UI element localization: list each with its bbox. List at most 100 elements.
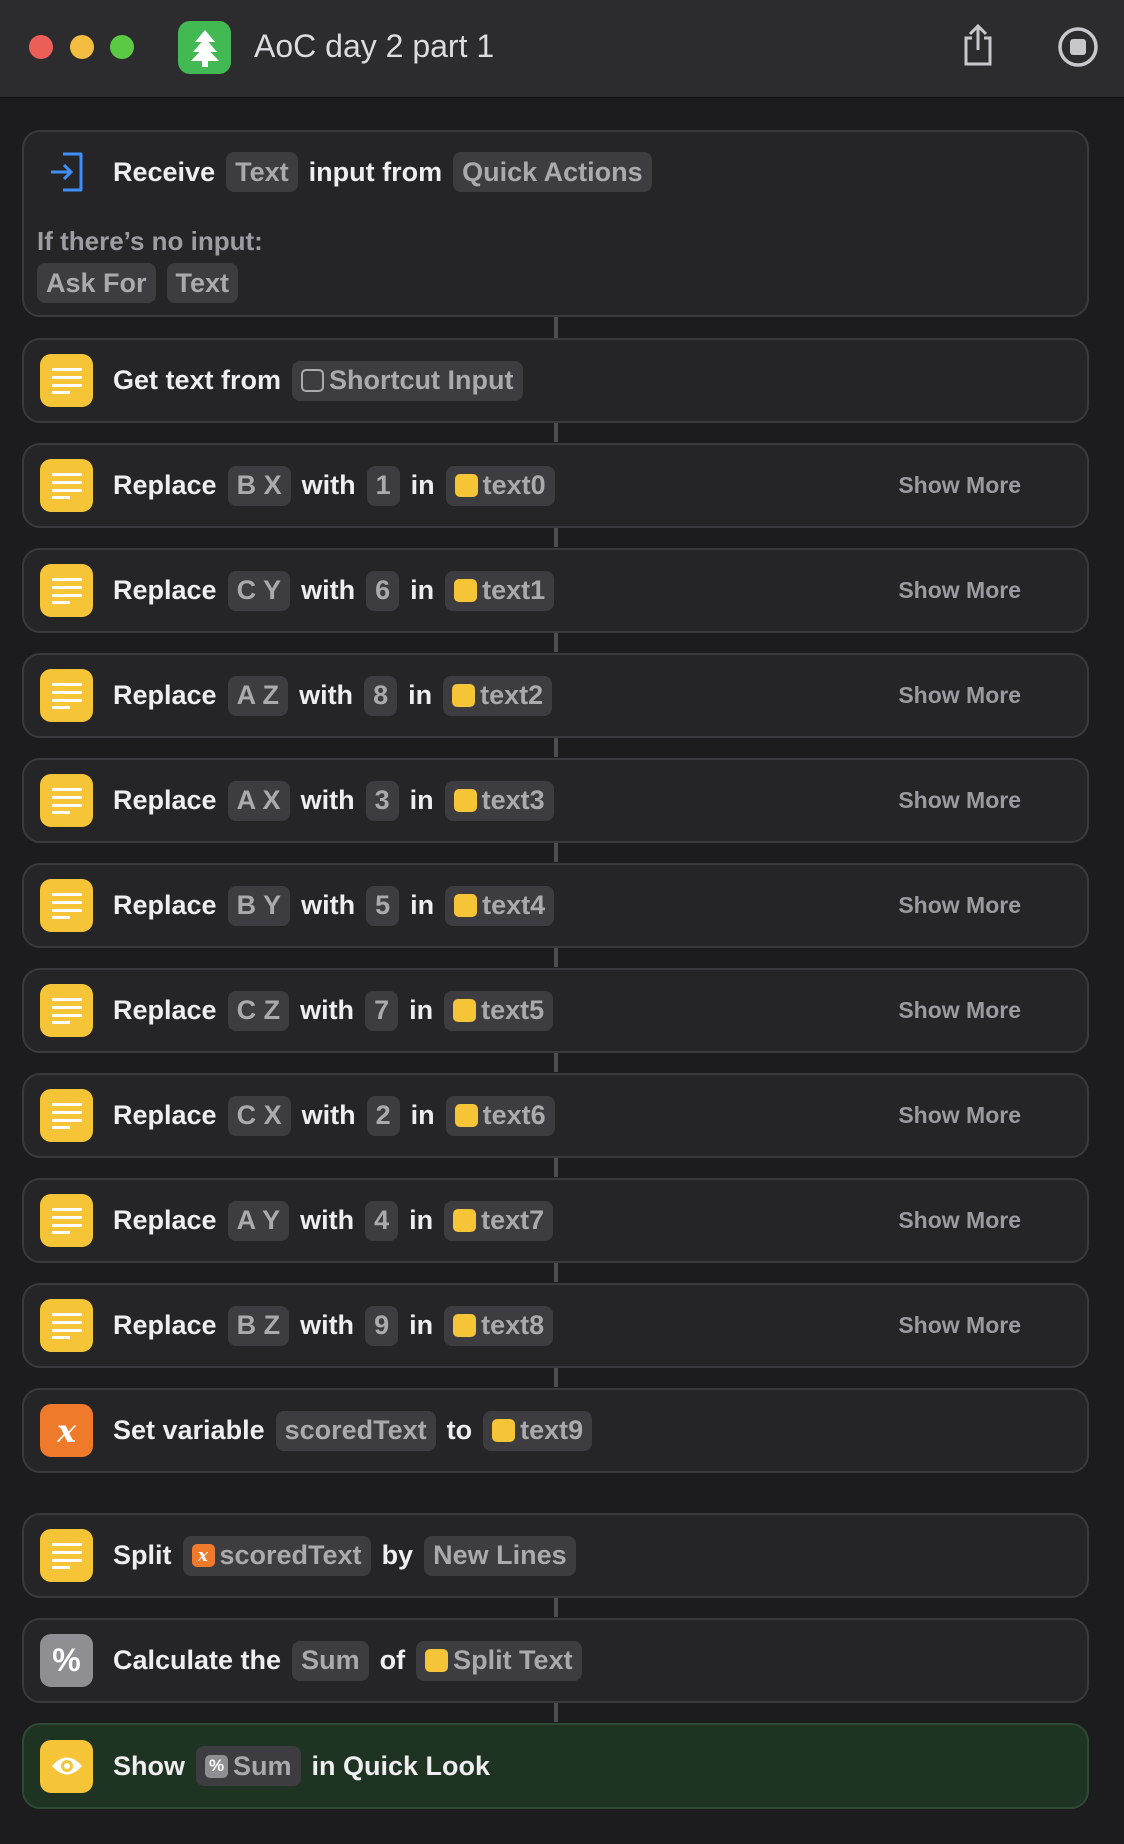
replace-text-action[interactable]: Replace C X with 2 in text6 Show More bbox=[22, 1073, 1089, 1158]
calculate-statistics-action[interactable]: % Calculate the Sum of Split Text bbox=[22, 1618, 1089, 1703]
replace-text-action[interactable]: Replace C Z with 7 in text5 Show More bbox=[22, 968, 1089, 1053]
get-text-label: Get text from bbox=[113, 365, 282, 395]
show-label: Show bbox=[113, 1750, 185, 1781]
replacement-token[interactable]: 5 bbox=[366, 885, 400, 926]
text-lines-icon bbox=[40, 669, 93, 722]
show-more-button[interactable]: Show More bbox=[898, 1102, 1021, 1129]
separator-token[interactable]: New Lines bbox=[424, 1535, 576, 1576]
replace-text-action[interactable]: Replace A Y with 4 in text7 Show More bbox=[22, 1178, 1089, 1263]
in-label: in bbox=[409, 785, 434, 815]
close-window-button[interactable] bbox=[29, 35, 53, 59]
replacement-token[interactable]: 3 bbox=[365, 780, 399, 821]
replace-text-action[interactable]: Replace A X with 3 in text3 Show More bbox=[22, 758, 1089, 843]
show-more-button[interactable]: Show More bbox=[898, 892, 1021, 919]
zoom-window-button[interactable] bbox=[110, 35, 134, 59]
find-token[interactable]: B X bbox=[227, 465, 291, 506]
connector-line bbox=[554, 1052, 558, 1072]
replace-text-action[interactable]: Replace B Z with 9 in text8 Show More bbox=[22, 1283, 1089, 1368]
variable-value-token[interactable]: text9 bbox=[483, 1410, 593, 1451]
replacement-token[interactable]: 6 bbox=[366, 570, 400, 611]
sum-token[interactable]: % Sum bbox=[196, 1746, 301, 1786]
replace-label: Replace bbox=[113, 575, 217, 605]
show-more-button[interactable]: Show More bbox=[898, 1207, 1021, 1234]
text-lines-icon bbox=[454, 579, 478, 602]
show-more-button[interactable]: Show More bbox=[898, 787, 1021, 814]
connector-line bbox=[554, 1702, 558, 1722]
show-more-button[interactable]: Show More bbox=[898, 997, 1021, 1024]
shortcut-input-token[interactable]: Shortcut Input bbox=[292, 360, 523, 401]
find-token[interactable]: C Z bbox=[227, 990, 290, 1031]
in-label: in bbox=[409, 1310, 434, 1340]
share-icon[interactable] bbox=[960, 23, 996, 68]
find-token[interactable]: B Z bbox=[227, 1305, 290, 1346]
find-token[interactable]: A Z bbox=[227, 675, 289, 716]
replacement-token[interactable]: 2 bbox=[366, 1095, 400, 1136]
stop-icon[interactable] bbox=[1056, 25, 1100, 69]
show-more-button[interactable]: Show More bbox=[898, 472, 1021, 499]
replacement-token[interactable]: 9 bbox=[365, 1305, 399, 1346]
receive-label: Receive bbox=[113, 156, 216, 187]
receive-input-action[interactable]: Receive Text input from Quick Actions If… bbox=[22, 130, 1089, 317]
find-token[interactable]: B Y bbox=[227, 885, 291, 926]
find-token[interactable]: C X bbox=[227, 1095, 291, 1136]
text-lines-icon bbox=[425, 1649, 449, 1672]
variable-x-icon: x bbox=[191, 1544, 215, 1567]
text-lines-icon bbox=[40, 1299, 93, 1352]
source-text-token[interactable]: text1 bbox=[445, 570, 555, 611]
split-text-action[interactable]: Split x scoredText by New Lines bbox=[22, 1513, 1089, 1598]
source-text-token[interactable]: text4 bbox=[445, 885, 555, 926]
text-lines-icon bbox=[40, 774, 93, 827]
in-label: in bbox=[409, 995, 434, 1025]
replace-text-action[interactable]: Replace A Z with 8 in text2 Show More bbox=[22, 653, 1089, 738]
replace-text-action[interactable]: Replace B Y with 5 in text4 Show More bbox=[22, 863, 1089, 948]
find-token[interactable]: A Y bbox=[227, 1200, 290, 1241]
operation-token[interactable]: Sum bbox=[292, 1640, 369, 1681]
find-token[interactable]: A X bbox=[227, 780, 290, 821]
text-lines-icon bbox=[452, 684, 476, 707]
source-text-token[interactable]: text8 bbox=[444, 1305, 554, 1346]
source-text-token[interactable]: text0 bbox=[445, 465, 555, 506]
split-text-token-label: Split Text bbox=[453, 1645, 573, 1675]
source-text-label: text3 bbox=[481, 785, 545, 815]
text-lines-icon bbox=[40, 1529, 93, 1582]
input-source-token[interactable]: Quick Actions bbox=[453, 152, 652, 192]
source-text-token[interactable]: text3 bbox=[444, 780, 554, 821]
variable-name-token[interactable]: scoredText bbox=[275, 1410, 436, 1451]
source-text-token[interactable]: text7 bbox=[444, 1200, 554, 1241]
replacement-token[interactable]: 8 bbox=[364, 675, 398, 716]
of-label: of bbox=[379, 1645, 406, 1675]
ask-type-token[interactable]: Text bbox=[166, 263, 239, 303]
window-title: AoC day 2 part 1 bbox=[254, 28, 495, 64]
sum-token-label: Sum bbox=[233, 1750, 292, 1781]
replace-text-action[interactable]: Replace C Y with 6 in text1 Show More bbox=[22, 548, 1089, 633]
replace-label: Replace bbox=[113, 1205, 217, 1235]
text-lines-icon bbox=[453, 999, 477, 1022]
show-more-button[interactable]: Show More bbox=[898, 577, 1021, 604]
source-text-token[interactable]: text6 bbox=[445, 1095, 555, 1136]
source-text-token[interactable]: text5 bbox=[444, 990, 554, 1031]
minimize-window-button[interactable] bbox=[70, 35, 94, 59]
connector-line bbox=[554, 527, 558, 547]
split-text-token[interactable]: Split Text bbox=[416, 1640, 582, 1681]
title-bar: AoC day 2 part 1 bbox=[0, 0, 1124, 98]
input-type-token[interactable]: Text bbox=[226, 152, 298, 192]
set-variable-action[interactable]: x Set variable scoredText to text9 bbox=[22, 1388, 1089, 1473]
no-input-label: If there’s no input: bbox=[37, 226, 263, 256]
show-more-button[interactable]: Show More bbox=[898, 1312, 1021, 1339]
find-token[interactable]: C Y bbox=[227, 570, 291, 611]
get-text-action[interactable]: Get text from Shortcut Input bbox=[22, 338, 1089, 423]
workflow-canvas: Receive Text input from Quick Actions If… bbox=[0, 98, 1124, 1844]
replace-text-action[interactable]: Replace B X with 1 in text0 Show More bbox=[22, 443, 1089, 528]
replacement-token[interactable]: 1 bbox=[366, 465, 400, 506]
source-text-token[interactable]: text2 bbox=[443, 675, 553, 716]
show-more-button[interactable]: Show More bbox=[898, 682, 1021, 709]
ask-for-token[interactable]: Ask For bbox=[37, 263, 156, 303]
replacement-token[interactable]: 7 bbox=[365, 990, 399, 1031]
text-lines-icon bbox=[40, 879, 93, 932]
calculate-label: Calculate the bbox=[113, 1645, 282, 1675]
replacement-token[interactable]: 4 bbox=[365, 1200, 399, 1241]
in-label: in bbox=[410, 890, 435, 920]
split-variable-token[interactable]: x scoredText bbox=[182, 1535, 371, 1576]
variable-x-icon: x bbox=[40, 1404, 93, 1457]
quick-look-action[interactable]: Show % Sum in Quick Look bbox=[22, 1723, 1089, 1809]
